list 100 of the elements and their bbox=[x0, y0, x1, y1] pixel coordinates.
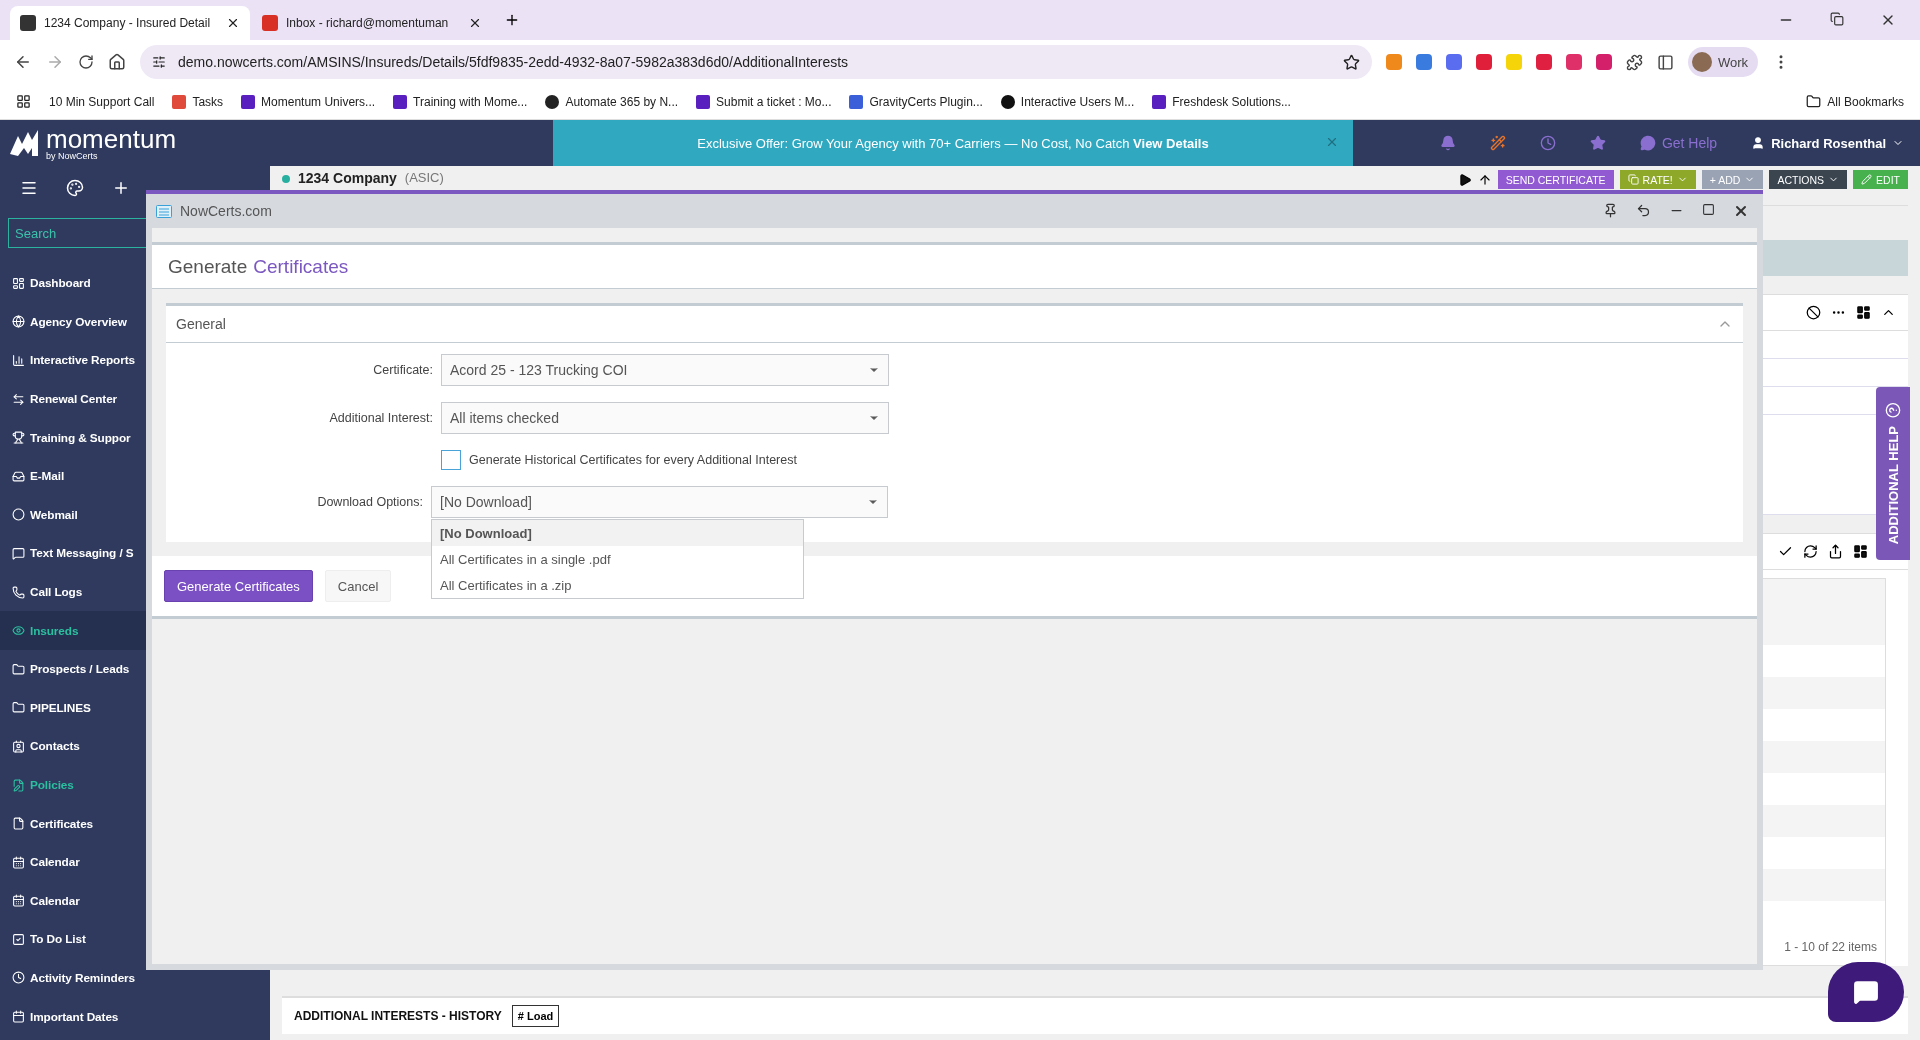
bookmark[interactable]: Tasks bbox=[172, 94, 224, 109]
sidebar-item[interactable]: Calendar bbox=[0, 842, 270, 882]
sidebar-item[interactable]: Text Messaging / S bbox=[0, 534, 270, 573]
close-icon[interactable] bbox=[226, 16, 240, 30]
bookmark[interactable]: GravityCerts Plugin... bbox=[849, 94, 983, 109]
bookmark[interactable]: Automate 365 by N... bbox=[545, 94, 679, 109]
sidebar-item[interactable]: Calendar bbox=[0, 881, 270, 921]
sidebar-item[interactable]: Contacts bbox=[0, 727, 270, 766]
sidebar-item[interactable]: Webmail bbox=[0, 495, 270, 535]
address-bar[interactable]: demo.nowcerts.com/AMSINS/Insureds/Details/5fdf9835-2edd-4932-8a07-5982a383d6d0/AdditionalInterests bbox=[140, 45, 1372, 79]
bookmark-icon bbox=[849, 94, 864, 109]
field-label: Certificate: bbox=[372, 363, 433, 377]
bookmark-star-icon[interactable] bbox=[1343, 53, 1360, 71]
help-tab[interactable]: ADDITIONAL HELP bbox=[1876, 387, 1910, 560]
pagination-text: 1 - 10 of 22 items bbox=[1783, 939, 1878, 956]
clock-icon[interactable] bbox=[1539, 135, 1556, 151]
section-title: ADDITIONAL INTERESTS - HISTORY bbox=[294, 1009, 502, 1023]
back-icon[interactable] bbox=[14, 53, 32, 71]
sidebar-item[interactable]: E-Mail bbox=[0, 456, 270, 496]
bell-icon[interactable] bbox=[1439, 135, 1456, 151]
select-field[interactable]: All items checked bbox=[441, 402, 889, 434]
profile-button[interactable]: Work bbox=[1688, 47, 1759, 77]
extension-icon[interactable] bbox=[1566, 54, 1582, 70]
select-field[interactable]: Acord 25 - 123 Trucking COI bbox=[441, 354, 889, 386]
apps-icon[interactable] bbox=[16, 94, 31, 109]
ban-icon[interactable] bbox=[1806, 305, 1821, 320]
chat-icon bbox=[1853, 979, 1879, 1005]
bookmark[interactable]: Freshdesk Solutions... bbox=[1152, 94, 1291, 109]
calendar-icon bbox=[12, 894, 25, 908]
browser-tab[interactable]: Inbox - richard@momentuman bbox=[252, 6, 492, 40]
close-icon[interactable] bbox=[468, 16, 482, 30]
chat-icon bbox=[1639, 135, 1656, 151]
bookmark-icon bbox=[241, 94, 256, 109]
upload-icon[interactable] bbox=[1477, 172, 1492, 187]
company-code: (ASIC) bbox=[404, 170, 444, 186]
user-menu[interactable]: Richard Rosenthal bbox=[1751, 135, 1904, 151]
restore-icon[interactable] bbox=[1830, 12, 1844, 26]
extension-icon[interactable] bbox=[1416, 54, 1432, 70]
dropdown-option[interactable]: [No Download] bbox=[432, 520, 803, 546]
bookmark[interactable]: Submit a ticket : Mo... bbox=[696, 94, 832, 109]
extension-icon[interactable] bbox=[1476, 54, 1492, 70]
plus-icon[interactable] bbox=[112, 179, 130, 197]
phone-icon bbox=[12, 585, 25, 599]
sidebar-item[interactable]: Policies bbox=[0, 765, 270, 805]
browser-tab[interactable]: 1234 Company - Insured Detail bbox=[10, 6, 250, 40]
action-button[interactable]: ACTIONS bbox=[1769, 170, 1848, 189]
generate-button[interactable]: Generate Certificates bbox=[164, 570, 313, 602]
menu-icon[interactable] bbox=[20, 179, 38, 197]
palette-icon[interactable] bbox=[66, 179, 84, 197]
bookmark[interactable]: Training with Mome... bbox=[393, 94, 528, 109]
sidebar-item[interactable]: Activity Reminders bbox=[0, 958, 270, 998]
layout-icon[interactable] bbox=[1856, 305, 1871, 320]
wand-icon[interactable] bbox=[1489, 135, 1506, 151]
sidebar-item[interactable]: Interactive Reports bbox=[0, 341, 270, 380]
extension-icon[interactable] bbox=[1596, 54, 1612, 70]
sidebar-item[interactable]: Important Dates bbox=[0, 997, 270, 1036]
bookmark[interactable]: Interactive Users M... bbox=[1000, 94, 1135, 109]
refresh-icon[interactable] bbox=[1803, 544, 1818, 559]
bookmark[interactable]: 10 Min Support Call bbox=[49, 94, 155, 109]
maximize-icon[interactable] bbox=[1702, 203, 1715, 216]
dashboard-icon bbox=[12, 276, 25, 290]
bookmark[interactable]: Momentum Univers... bbox=[241, 94, 376, 109]
load-button[interactable]: # Load bbox=[511, 1005, 560, 1027]
checkbox[interactable] bbox=[441, 450, 461, 470]
sidebar-item[interactable]: Renewal Center bbox=[0, 379, 270, 419]
new-tab-icon[interactable] bbox=[504, 12, 520, 28]
sidebar-item[interactable]: To Do List bbox=[0, 920, 270, 959]
play-icon[interactable] bbox=[1457, 172, 1472, 187]
sidebar-item[interactable]: PIPELINES bbox=[0, 688, 270, 728]
checkbox-label: Generate Historical Certificates for every Additional Interest bbox=[469, 453, 797, 467]
extension-icon[interactable] bbox=[1536, 54, 1552, 70]
sidebar-item[interactable]: Prospects / Leads bbox=[0, 649, 270, 689]
field-label: Additional Interest: bbox=[328, 411, 433, 425]
avatar-icon bbox=[1692, 52, 1712, 72]
bookmark-icon bbox=[1000, 94, 1015, 109]
bookmark-icon bbox=[172, 94, 187, 109]
undo-icon[interactable] bbox=[1636, 203, 1651, 218]
layout-icon[interactable] bbox=[1853, 544, 1868, 559]
clock-icon bbox=[12, 971, 25, 985]
all-bookmarks[interactable]: All Bookmarks bbox=[1806, 94, 1904, 109]
sidebar-item[interactable]: Training & Suppor bbox=[0, 418, 270, 457]
pin-icon[interactable] bbox=[1603, 203, 1618, 218]
reload-icon[interactable] bbox=[78, 54, 94, 70]
home-icon[interactable] bbox=[108, 53, 126, 71]
contact-icon bbox=[12, 739, 25, 753]
star-icon[interactable] bbox=[1589, 135, 1606, 151]
file-icon bbox=[12, 817, 25, 831]
action-button[interactable]: SEND CERTIFICATE bbox=[1497, 170, 1614, 189]
side-panel-icon[interactable] bbox=[1657, 53, 1674, 71]
site-settings-icon[interactable] bbox=[152, 55, 166, 69]
bar-chart-icon bbox=[12, 354, 25, 367]
extensions-icon[interactable] bbox=[1626, 53, 1643, 71]
extension-icon[interactable] bbox=[1446, 54, 1462, 70]
folder-icon bbox=[12, 701, 25, 715]
sidebar-item[interactable]: Certificates bbox=[0, 804, 270, 843]
share-icon[interactable] bbox=[1828, 544, 1843, 559]
trophy-icon bbox=[12, 431, 25, 445]
cancel-button[interactable]: Cancel bbox=[324, 570, 392, 602]
close-icon[interactable] bbox=[1733, 203, 1749, 219]
checkbox-icon bbox=[12, 932, 25, 946]
